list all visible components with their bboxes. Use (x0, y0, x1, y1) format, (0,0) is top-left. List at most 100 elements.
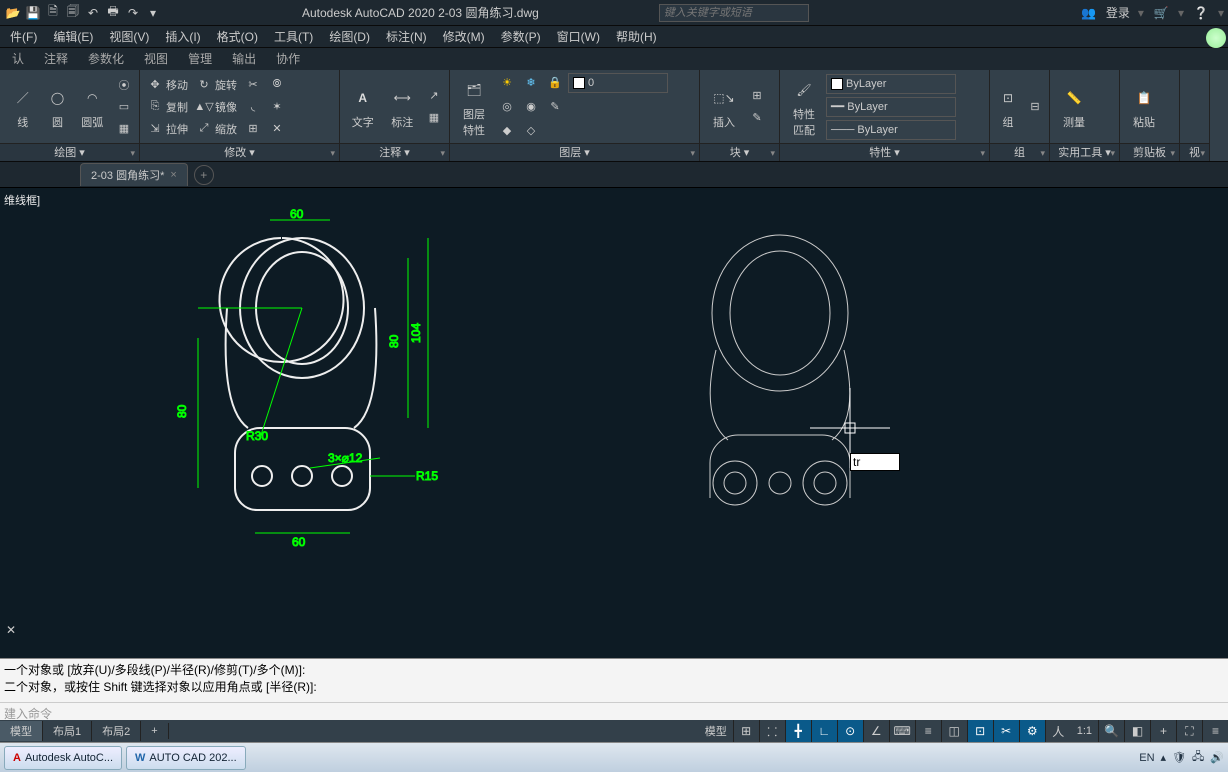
undo-icon[interactable]: ↶ (84, 4, 102, 22)
panel-annot-title[interactable]: 注释 ▾ (340, 143, 449, 161)
dynamic-input[interactable] (850, 453, 900, 471)
taskbar-autocad[interactable]: AAutodesk AutoC... (4, 746, 122, 770)
ws-toggle[interactable]: ⚙ (1019, 720, 1045, 742)
drawing-canvas[interactable]: 维线框] ✕ 60 60 80 80 104 R30 3×⌀12 R15 (0, 188, 1228, 658)
layer-misc1-button[interactable]: ◆ (496, 121, 518, 141)
scale-button[interactable]: ⤢缩放 (193, 119, 240, 139)
close-viewport-icon[interactable]: ✕ (6, 623, 16, 637)
grid-toggle[interactable]: ⊞ (733, 720, 759, 742)
rect-button[interactable]: ▭ (113, 97, 135, 117)
menu-dim[interactable]: 标注(N) (378, 26, 435, 48)
print-icon[interactable]: 🖶 (104, 4, 122, 22)
status-model[interactable]: 模型 (699, 723, 733, 739)
panel-group-title[interactable]: 组 (990, 143, 1049, 161)
taskbar-word[interactable]: WAUTO CAD 202... (126, 746, 246, 770)
transp-toggle[interactable]: ◫ (941, 720, 967, 742)
ltype-combo[interactable]: ─── ByLayer (826, 120, 956, 140)
layer-on-button[interactable]: ☀ (496, 73, 518, 93)
move-button[interactable]: ✥移动 (144, 75, 191, 95)
ribbon-tab-output[interactable]: 输出 (222, 48, 266, 70)
menu-edit[interactable]: 编辑(E) (45, 26, 101, 48)
custom-toggle[interactable]: ≡ (1202, 720, 1228, 742)
layer-uniso-button[interactable]: ◉ (520, 97, 542, 117)
paste-button[interactable]: 📋粘贴 (1124, 73, 1164, 141)
panel-view-title[interactable]: 视 (1180, 143, 1209, 161)
panel-draw-title[interactable]: 绘图 ▾ (0, 143, 139, 161)
dimension-button[interactable]: ⟷标注 (384, 73, 422, 141)
ribbon-tab-annotate[interactable]: 注释 (34, 48, 78, 70)
menu-insert[interactable]: 插入(I) (157, 26, 208, 48)
ortho-toggle[interactable]: ╋ (785, 720, 811, 742)
array-button[interactable]: ⊞ (242, 119, 264, 139)
tray-net-icon[interactable]: 🖧 (1192, 748, 1204, 767)
pline-button[interactable]: ⦿ (113, 75, 135, 95)
status-scale[interactable]: 1:1 (1071, 725, 1098, 737)
tray-up-icon[interactable]: ▴ (1161, 751, 1167, 764)
new-tab-button[interactable]: + (194, 165, 214, 185)
signin-icon[interactable]: 👥 (1080, 4, 1098, 22)
ribbon-tab-default[interactable]: 认 (2, 48, 34, 70)
hw-toggle[interactable]: + (1150, 720, 1176, 742)
layout-1[interactable]: 布局1 (43, 721, 92, 741)
open-icon[interactable]: 📂 (4, 4, 22, 22)
layer-match-button[interactable]: ✎ (544, 97, 566, 117)
layer-combo[interactable]: 0 (568, 73, 668, 93)
layer-props-button[interactable]: 🗂图层 特性 (454, 73, 494, 141)
panel-clip-title[interactable]: 剪贴板 (1120, 143, 1179, 161)
measure-button[interactable]: 📏测量 (1054, 73, 1094, 141)
lwt-toggle[interactable]: ≡ (915, 720, 941, 742)
panel-layer-title[interactable]: 图层 ▾ (450, 143, 699, 161)
search-box[interactable] (659, 4, 809, 22)
anno-toggle[interactable]: 人 (1045, 720, 1071, 742)
exchange-icon[interactable]: 🛒 (1152, 4, 1170, 22)
file-tab[interactable]: 2-03 圆角练习* × (80, 163, 188, 186)
plot-icon[interactable]: 🗐 (64, 4, 82, 22)
layout-model[interactable]: 模型 (0, 721, 43, 741)
close-icon[interactable]: × (170, 169, 176, 181)
ribbon-tab-manage[interactable]: 管理 (178, 48, 222, 70)
zoom-toggle[interactable]: 🔍 (1098, 720, 1124, 742)
ribbon-tab-parametric[interactable]: 参数化 (78, 48, 134, 70)
ribbon-tab-collab[interactable]: 协作 (266, 48, 310, 70)
stretch-button[interactable]: ⇲拉伸 (144, 119, 191, 139)
create-block-button[interactable]: ⊞ (746, 86, 768, 106)
matchprop-button[interactable]: 🖌特性 匹配 (784, 73, 824, 141)
save-icon[interactable]: 💾 (24, 4, 42, 22)
saveas-icon[interactable]: 🗎 (44, 4, 62, 22)
leader-button[interactable]: ↗ (423, 86, 445, 106)
qat-dropdown-icon[interactable]: ▾ (144, 4, 162, 22)
hatch-button[interactable]: ▦ (113, 119, 135, 139)
redo-icon[interactable]: ↷ (124, 4, 142, 22)
arc-button[interactable]: ◠圆弧 (74, 73, 111, 141)
table-button[interactable]: ▦ (423, 108, 445, 128)
menu-view[interactable]: 视图(V) (101, 26, 157, 48)
line-button[interactable]: ／线 (4, 73, 41, 141)
circle-button[interactable]: ◯圆 (43, 73, 71, 141)
panel-modify-title[interactable]: 修改 ▾ (140, 143, 339, 161)
layer-iso-button[interactable]: ◎ (496, 97, 518, 117)
explode-button[interactable]: ✶ (266, 97, 288, 117)
snap-toggle[interactable]: ⸬ (759, 720, 785, 742)
ime-indicator[interactable]: EN (1139, 752, 1154, 764)
menu-tools[interactable]: 工具(T) (266, 26, 321, 48)
otrack-toggle[interactable]: ∠ (863, 720, 889, 742)
color-combo[interactable]: ByLayer (826, 74, 956, 94)
help-icon[interactable]: ❔ (1192, 4, 1210, 22)
edit-block-button[interactable]: ✎ (746, 108, 768, 128)
lweight-combo[interactable]: ━━ ByLayer (826, 97, 956, 117)
layout-add[interactable]: + (141, 723, 168, 739)
command-line[interactable]: 建入命令 (0, 702, 1228, 720)
ungroup-button[interactable]: ⊟ (1024, 97, 1046, 117)
offset-button[interactable]: ⦾ (266, 75, 288, 95)
layer-freeze-button[interactable]: ❄ (520, 73, 542, 93)
layer-misc2-button[interactable]: ◇ (520, 121, 542, 141)
login-label[interactable]: 登录 (1106, 4, 1130, 21)
layer-lock-button[interactable]: 🔒 (544, 73, 566, 93)
panel-block-title[interactable]: 块 ▾ (700, 143, 779, 161)
copy-button[interactable]: ⎘复制 (144, 97, 191, 117)
dyn-toggle[interactable]: ⌨ (889, 720, 915, 742)
erase-button[interactable]: ✕ (266, 119, 288, 139)
panel-util-title[interactable]: 实用工具 ▾ (1050, 143, 1119, 161)
qp-toggle[interactable]: ⊡ (967, 720, 993, 742)
polar-toggle[interactable]: ∟ (811, 720, 837, 742)
